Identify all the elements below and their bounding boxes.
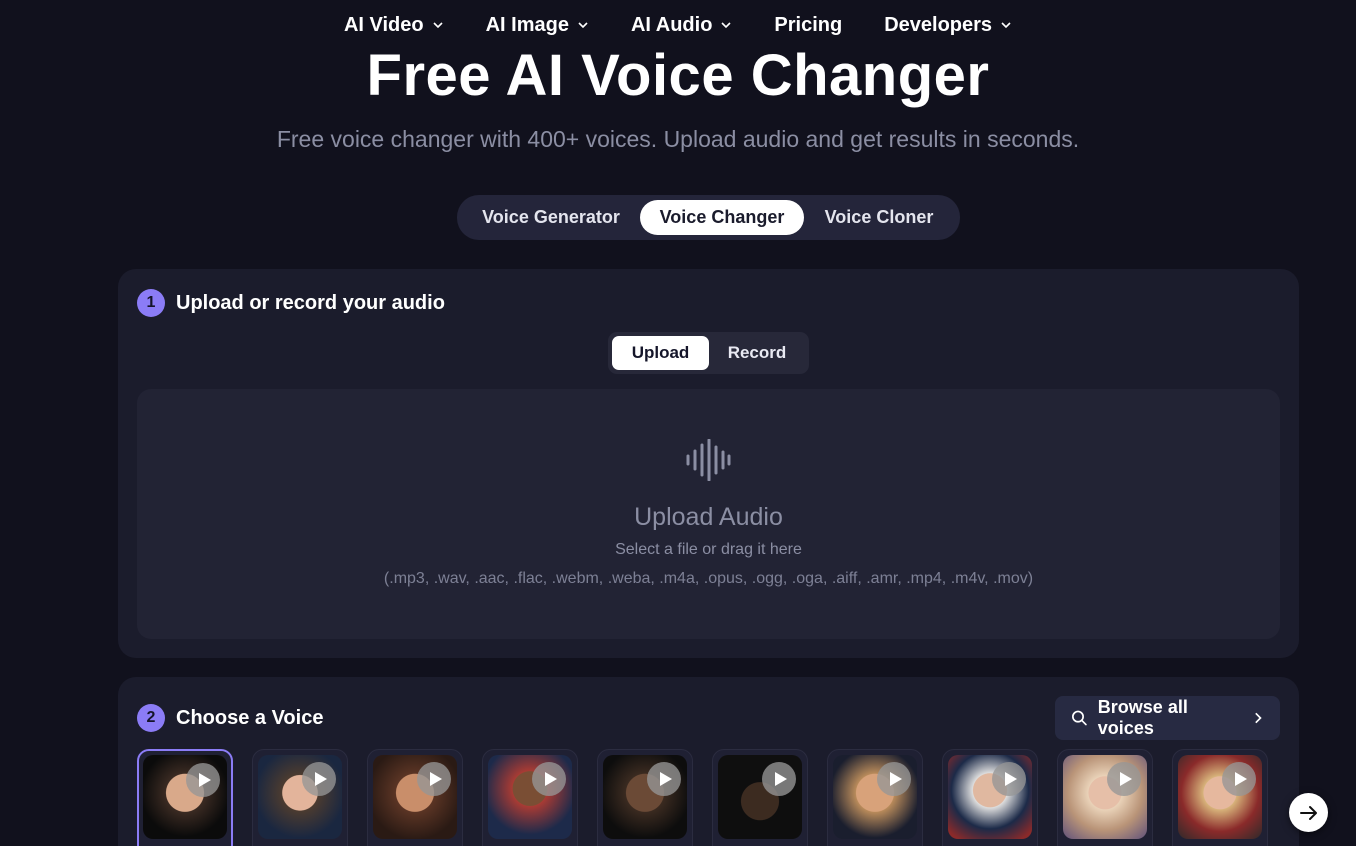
voice-carousel: [137, 749, 1280, 846]
nav-label: Developers: [884, 13, 993, 36]
chevron-down-icon: [578, 22, 588, 29]
voice-card[interactable]: [597, 749, 693, 846]
voice-card[interactable]: [1172, 749, 1268, 846]
voice-card[interactable]: [942, 749, 1038, 846]
audio-wave-icon: [686, 439, 731, 481]
play-icon[interactable]: [302, 762, 336, 796]
step-title: Choose a Voice: [176, 706, 324, 729]
voice-card[interactable]: [482, 749, 578, 846]
tab-voice-changer[interactable]: Voice Changer: [640, 200, 804, 235]
chevron-down-icon: [1001, 22, 1011, 29]
nav-label: AI Video: [343, 13, 424, 36]
record-tab-button[interactable]: Record: [709, 336, 805, 370]
tab-voice-cloner[interactable]: Voice Cloner: [804, 200, 954, 235]
play-icon[interactable]: [532, 762, 566, 796]
voice-card[interactable]: [367, 749, 463, 846]
carousel-next-button[interactable]: [1289, 793, 1328, 832]
play-icon[interactable]: [992, 762, 1026, 796]
chevron-down-icon: [721, 22, 731, 29]
play-icon[interactable]: [877, 762, 911, 796]
supported-formats: (.mp3, .wav, .aac, .flac, .webm, .weba, …: [383, 570, 1034, 587]
voice-card[interactable]: [252, 749, 348, 846]
step-header: 1 Upload or record your audio: [137, 289, 445, 317]
upload-audio-hint: Select a file or drag it here: [615, 541, 802, 558]
play-icon[interactable]: [417, 762, 451, 796]
nav-label: AI Audio: [630, 13, 713, 36]
search-icon: [1072, 710, 1087, 726]
upload-audio-title: Upload Audio: [634, 503, 783, 531]
nav-label: AI Image: [485, 13, 569, 36]
mode-tabs: Voice Generator Voice Changer Voice Clon…: [457, 195, 960, 240]
browse-label: Browse all voices: [1097, 697, 1188, 738]
upload-tab-button[interactable]: Upload: [612, 336, 709, 370]
chevron-down-icon: [433, 22, 443, 29]
chevron-right-icon: [1255, 712, 1262, 724]
voice-card[interactable]: [712, 749, 808, 846]
page-subtitle: Free voice changer with 400+ voices. Upl…: [276, 126, 1080, 152]
play-icon[interactable]: [762, 762, 796, 796]
play-icon[interactable]: [647, 762, 681, 796]
voice-card[interactable]: [827, 749, 923, 846]
upload-card: 1 Upload or record your audio Upload Rec…: [118, 269, 1299, 658]
tab-voice-generator[interactable]: Voice Generator: [462, 200, 640, 235]
browse-all-voices-button[interactable]: Browse all voices: [1055, 696, 1280, 740]
step-number-badge: 1: [137, 289, 165, 317]
page-title: Free AI Voice Changer: [366, 43, 990, 108]
step-title: Upload or record your audio: [176, 291, 445, 314]
step-number-badge: 2: [137, 704, 165, 732]
play-icon[interactable]: [186, 763, 220, 797]
play-icon[interactable]: [1222, 762, 1256, 796]
voice-card[interactable]: [1057, 749, 1153, 846]
nav-label: Pricing: [774, 13, 843, 36]
play-icon[interactable]: [1107, 762, 1141, 796]
choose-voice-card: 2 Choose a Voice Browse all voices: [118, 677, 1299, 846]
upload-dropzone[interactable]: Upload Audio Select a file or drag it he…: [137, 389, 1280, 639]
voice-card[interactable]: [137, 749, 233, 846]
upload-record-toggle: Upload Record: [608, 332, 809, 374]
arrow-right-icon: [1299, 805, 1317, 820]
step-header: 2 Choose a Voice: [137, 704, 323, 732]
